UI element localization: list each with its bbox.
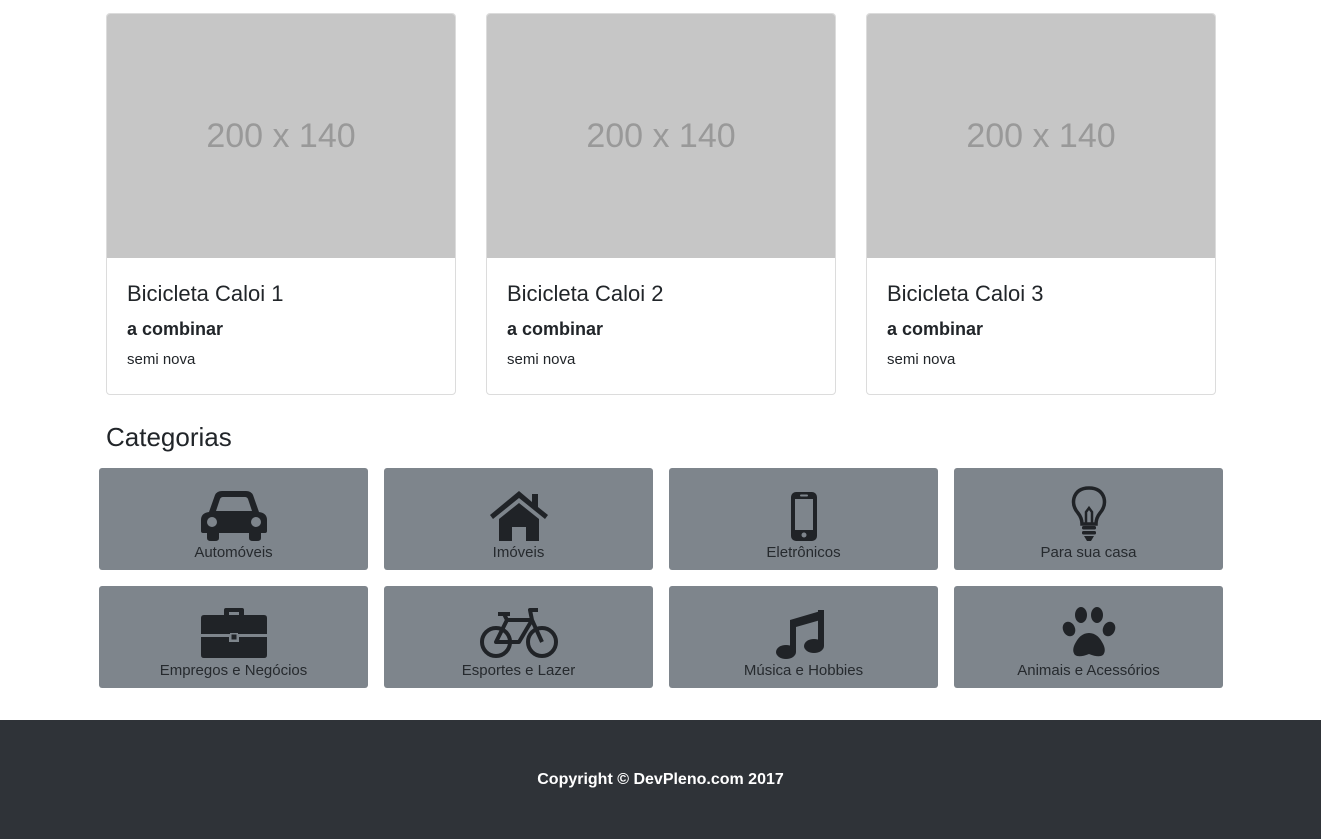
category-animais-e-acessorios[interactable]: Animais e Acessórios [954, 586, 1223, 688]
listing-title[interactable]: Bicicleta Caloi 3 [887, 280, 1195, 308]
music-note-icon [775, 610, 824, 659]
listing-title[interactable]: Bicicleta Caloi 1 [127, 280, 435, 308]
listing-image-placeholder[interactable]: 200 x 140 [487, 14, 835, 258]
listing-title[interactable]: Bicicleta Caloi 2 [507, 280, 815, 308]
footer-copyright: Copyright © DevPleno.com 2017 [537, 770, 784, 788]
listing-card[interactable]: 200 x 140 Bicicleta Caloi 1 a combinar s… [106, 13, 456, 395]
listing-cards: 200 x 140 Bicicleta Caloi 1 a combinar s… [106, 13, 1216, 395]
bicycle-icon [479, 608, 558, 658]
briefcase-icon [200, 608, 267, 658]
listing-card-body: Bicicleta Caloi 3 a combinar semi nova [867, 280, 1215, 370]
category-musica-e-hobbies[interactable]: Música e Hobbies [669, 586, 938, 688]
listing-price: a combinar [507, 319, 604, 339]
category-para-sua-casa[interactable]: Para sua casa [954, 468, 1223, 570]
category-label: Automóveis [194, 544, 273, 561]
listing-image-placeholder[interactable]: 200 x 140 [867, 14, 1215, 258]
listing-description: semi nova [127, 351, 196, 368]
category-label: Esportes e Lazer [461, 662, 576, 679]
car-icon [200, 491, 267, 541]
mobile-phone-icon [790, 492, 817, 541]
category-esportes-e-lazer[interactable]: Esportes e Lazer [384, 586, 653, 688]
listing-image-placeholder[interactable]: 200 x 140 [107, 14, 455, 258]
category-label: Eletrônicos [766, 544, 841, 561]
listing-card[interactable]: 200 x 140 Bicicleta Caloi 2 a combinar s… [486, 13, 836, 395]
category-label: Empregos e Negócios [159, 662, 308, 679]
listing-price: a combinar [887, 319, 984, 339]
listing-description: semi nova [507, 351, 576, 368]
category-label: Para sua casa [1040, 544, 1137, 561]
category-label: Música e Hobbies [743, 662, 864, 679]
lightbulb-icon [1071, 486, 1106, 541]
site-footer: Copyright © DevPleno.com 2017 [0, 720, 1321, 839]
listing-price: a combinar [127, 319, 224, 339]
listing-card-body: Bicicleta Caloi 1 a combinar semi nova [107, 280, 455, 370]
category-automoveis[interactable]: Automóveis [99, 468, 368, 570]
listing-card[interactable]: 200 x 140 Bicicleta Caloi 3 a combinar s… [866, 13, 1216, 395]
listing-card-body: Bicicleta Caloi 2 a combinar semi nova [487, 280, 835, 370]
paw-icon [1062, 607, 1115, 657]
listing-description: semi nova [887, 351, 956, 368]
category-label: Animais e Acessórios [1017, 662, 1160, 679]
categories-heading: Categorias [106, 422, 232, 452]
category-label: Imóveis [492, 544, 545, 561]
category-eletronicos[interactable]: Eletrônicos [669, 468, 938, 570]
home-icon [489, 491, 548, 541]
category-imoveis[interactable]: Imóveis [384, 468, 653, 570]
category-empregos-e-negocios[interactable]: Empregos e Negócios [99, 586, 368, 688]
